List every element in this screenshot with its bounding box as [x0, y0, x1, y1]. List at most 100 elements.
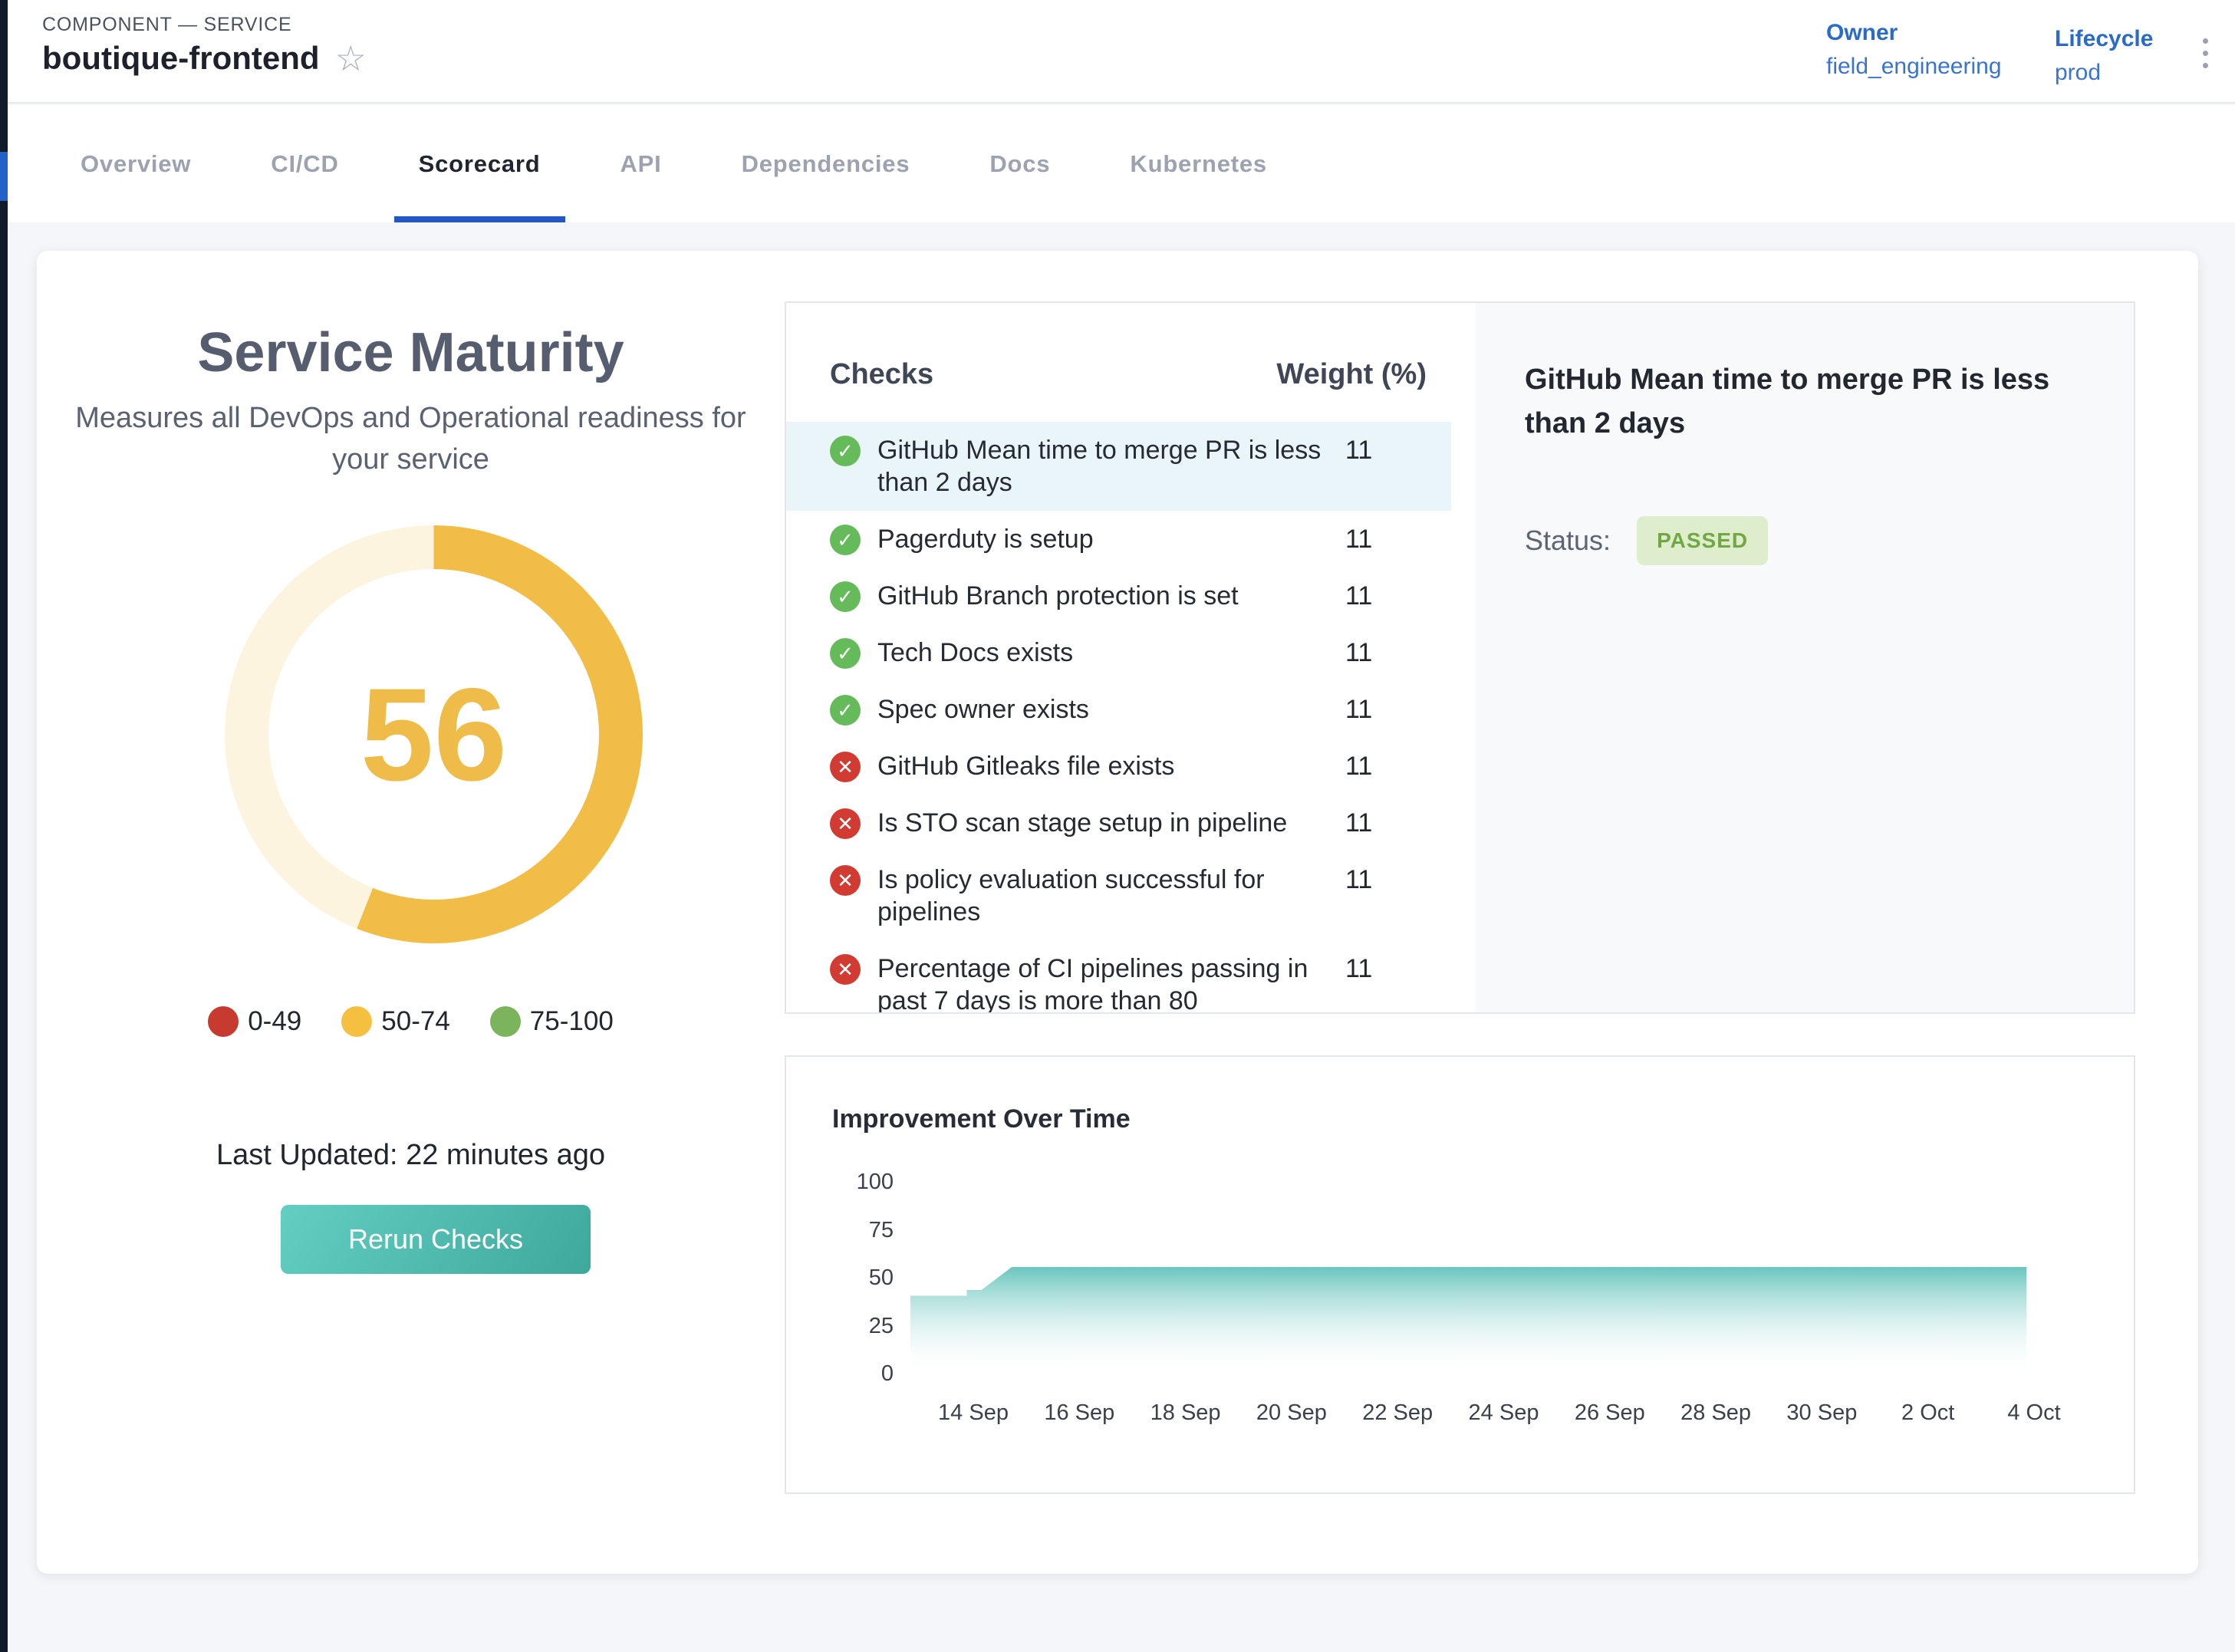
y-axis-tick: 100 [809, 1170, 894, 1195]
check-circle-icon: ✓ [830, 638, 861, 669]
check-label: Spec owner exists [877, 693, 1338, 726]
check-row[interactable]: ✕ Percentage of CI pipelines passing in p… [786, 940, 1451, 1014]
sidebar-active-indicator [0, 152, 8, 201]
tab-ci-cd[interactable]: CI/CD [271, 105, 338, 222]
tab-docs[interactable]: Docs [989, 105, 1050, 222]
x-axis-tick: 24 Sep [1469, 1400, 1539, 1426]
lifecycle-label: Lifecycle [2055, 26, 2153, 52]
score-legend: 0-49 50-74 75-100 [37, 1006, 785, 1037]
x-axis-tick: 14 Sep [938, 1400, 1009, 1426]
check-weight: 11 [1345, 953, 1451, 985]
tab-dependencies[interactable]: Dependencies [742, 105, 910, 222]
x-circle-icon: ✕ [830, 954, 861, 985]
check-circle-icon: ✓ [830, 695, 861, 726]
tab-kubernetes[interactable]: Kubernetes [1130, 105, 1267, 222]
rerun-checks-button[interactable]: Rerun Checks [281, 1205, 591, 1274]
tab-overview[interactable]: Overview [81, 105, 191, 222]
legend-label: 75-100 [530, 1006, 614, 1037]
scorecard-title: Service Maturity [37, 321, 785, 384]
last-updated-text: Last Updated: 22 minutes ago [37, 1139, 785, 1172]
check-row[interactable]: ✕Is policy evaluation successful for pip… [786, 851, 1451, 940]
owner-block: Owner field_engineering [1826, 20, 2002, 80]
legend-dot-icon [341, 1006, 372, 1037]
check-row[interactable]: ✓ GitHub Mean time to merge PR is less th… [786, 422, 1451, 511]
owner-value[interactable]: field_engineering [1826, 54, 2002, 80]
chart-title: Improvement Over Time [832, 1104, 1131, 1134]
y-axis-tick: 75 [809, 1218, 894, 1243]
check-detail-title: GitHub Mean time to merge PR is less tha… [1525, 358, 2062, 446]
check-weight: 11 [1345, 637, 1451, 669]
legend-item: 75-100 [490, 1006, 614, 1037]
check-row[interactable]: ✓ Pagerduty is setup11 [786, 511, 1451, 568]
entity-tabs: Overview CI/CD Scorecard API Dependencies Doc… [8, 105, 2235, 222]
y-axis-tick: 25 [809, 1314, 894, 1339]
check-label: Pagerduty is setup [877, 523, 1338, 555]
check-label: GitHub Mean time to merge PR is less tha… [877, 434, 1338, 499]
y-axis-tick: 0 [809, 1361, 894, 1387]
tab-api[interactable]: API [620, 105, 662, 222]
x-axis-tick: 26 Sep [1575, 1400, 1645, 1426]
check-weight: 11 [1345, 864, 1451, 896]
check-row[interactable]: ✕ GitHub Gitleaks file exists11 [786, 738, 1451, 795]
check-row[interactable]: ✕ Is STO scan stage setup in pipeline11 [786, 795, 1451, 851]
tab-scorecard[interactable]: Scorecard [419, 105, 541, 222]
breadcrumb: COMPONENT — SERVICE [42, 14, 291, 36]
x-circle-icon: ✕ [830, 808, 861, 839]
check-row[interactable]: ✓GitHub Branch protection is set11 [786, 568, 1451, 624]
x-axis-tick: 30 Sep [1786, 1400, 1857, 1426]
weight-column-header: Weight (%) [1276, 358, 1427, 391]
lifecycle-value: prod [2055, 60, 2153, 86]
x-axis-tick: 20 Sep [1256, 1400, 1327, 1426]
check-row[interactable]: ✓ Spec owner exists11 [786, 681, 1451, 738]
check-weight: 11 [1345, 807, 1451, 839]
improvement-area-chart [910, 1183, 2038, 1374]
y-axis-tick: 50 [809, 1265, 894, 1291]
check-weight: 11 [1345, 523, 1451, 555]
checks-list: ✓ GitHub Mean time to merge PR is less th… [786, 422, 1476, 1014]
x-circle-icon: ✕ [830, 752, 861, 782]
legend-item: 50-74 [341, 1006, 450, 1037]
legend-label: 50-74 [381, 1006, 450, 1037]
maturity-score: 56 [360, 659, 507, 811]
kebab-menu-icon[interactable] [2198, 34, 2213, 73]
x-axis-tick: 2 Oct [1901, 1400, 1954, 1426]
page-title: boutique-frontend [42, 40, 320, 77]
page: COMPONENT — SERVICE boutique-frontend ☆ … [0, 0, 2235, 1652]
check-weight: 11 [1345, 580, 1451, 612]
x-axis-tick: 22 Sep [1362, 1400, 1433, 1426]
check-circle-icon: ✓ [830, 525, 861, 555]
check-label: GitHub Gitleaks file exists [877, 750, 1338, 782]
x-axis-tick: 4 Oct [2007, 1400, 2060, 1426]
x-axis-tick: 28 Sep [1680, 1400, 1751, 1426]
improvement-chart-container: Improvement Over Time 100 75 50 25 0 14 Sep 1… [785, 1055, 2135, 1494]
x-circle-icon: ✕ [830, 865, 861, 896]
legend-label: 0-49 [248, 1006, 301, 1037]
check-circle-icon: ✓ [830, 581, 861, 612]
checks-list-pane: Checks Weight (%) ✓GitHub Mean time to m… [786, 303, 1476, 1012]
checks-container: Checks Weight (%) ✓GitHub Mean time to m… [785, 301, 2135, 1014]
check-row[interactable]: ✓ Tech Docs exists11 [786, 624, 1451, 681]
x-axis-tick: 18 Sep [1150, 1400, 1221, 1426]
legend-dot-icon [490, 1006, 521, 1037]
service-maturity-panel: Service Maturity Measures all DevOps and… [37, 251, 785, 481]
maturity-donut: 56 [225, 525, 643, 943]
owner-label: Owner [1826, 20, 2002, 46]
check-detail-pane: GitHub Mean time to merge PR is less tha… [1476, 303, 2134, 1012]
check-label: Tech Docs exists [877, 637, 1338, 669]
scorecard-card: Service Maturity Measures all DevOps and… [37, 251, 2198, 1574]
x-axis-tick: 16 Sep [1044, 1400, 1114, 1426]
collapsed-sidebar-rail[interactable] [0, 0, 8, 1652]
legend-item: 0-49 [208, 1006, 301, 1037]
check-weight: 11 [1345, 434, 1451, 466]
legend-dot-icon [208, 1006, 239, 1037]
check-label: Is STO scan stage setup in pipeline [877, 807, 1338, 839]
check-weight: 11 [1345, 693, 1451, 726]
favorite-star-icon[interactable]: ☆ [335, 41, 367, 76]
lifecycle-block: Lifecycle prod [2055, 26, 2153, 86]
status-badge: PASSED [1637, 516, 1768, 565]
check-label: Percentage of CI pipelines passing in pa… [877, 953, 1338, 1014]
content-area: Service Maturity Measures all DevOps and… [8, 222, 2235, 1652]
check-weight: 11 [1345, 750, 1451, 782]
check-circle-icon: ✓ [830, 436, 861, 466]
entity-header: COMPONENT — SERVICE boutique-frontend ☆ … [8, 0, 2235, 104]
